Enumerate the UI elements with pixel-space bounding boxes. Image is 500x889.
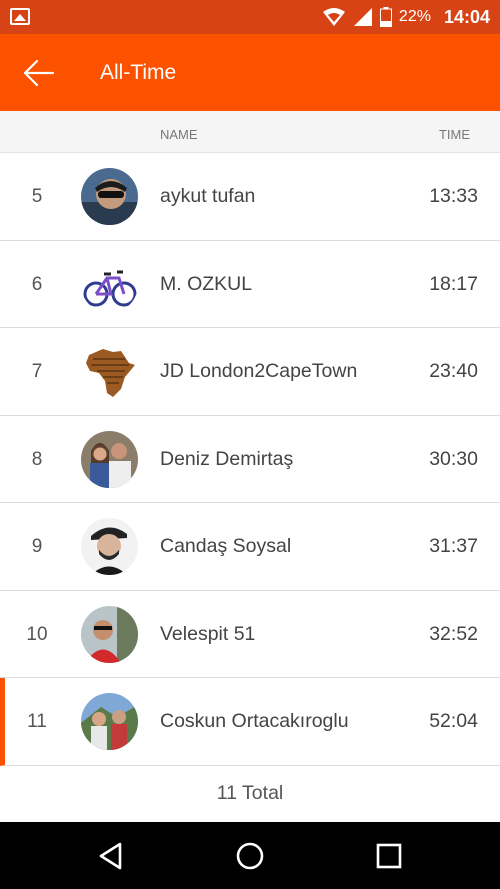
avatar bbox=[81, 255, 138, 313]
battery-percent: 22% bbox=[398, 8, 431, 25]
leaderboard-list: 5 aykut tufan 13:33 6 M. OZKUL 18:17 7 J… bbox=[0, 153, 500, 766]
leaderboard-row[interactable]: 5 aykut tufan 13:33 bbox=[0, 153, 500, 241]
segment-time: 13:33 bbox=[429, 185, 478, 207]
athlete-name: Velespit 51 bbox=[160, 622, 256, 645]
segment-time: 31:37 bbox=[429, 535, 478, 557]
leaderboard-row[interactable]: 6 M. OZKUL 18:17 bbox=[0, 241, 500, 328]
back-button[interactable] bbox=[22, 56, 56, 90]
segment-time: 23:40 bbox=[429, 360, 478, 382]
leaderboard-row[interactable]: 9 Candaş Soysal 31:37 bbox=[0, 503, 500, 591]
athlete-name: aykut tufan bbox=[160, 185, 256, 207]
signal-icon bbox=[353, 8, 372, 26]
row-rank: 9 bbox=[31, 536, 43, 557]
avatar bbox=[81, 343, 138, 400]
column-name-header: NAME bbox=[160, 127, 198, 142]
arrow-left-icon bbox=[23, 59, 55, 87]
status-bar: 22% 14:04 bbox=[0, 0, 500, 34]
avatar bbox=[81, 430, 138, 488]
row-rank: 11 bbox=[27, 711, 47, 732]
avatar bbox=[81, 518, 138, 575]
status-clock: 14:04 bbox=[443, 6, 490, 27]
app-bar: All-Time bbox=[0, 34, 500, 111]
battery-icon bbox=[379, 7, 392, 27]
athlete-name: Coskun Ortacakıroglu bbox=[160, 710, 349, 732]
home-circle-icon bbox=[236, 842, 264, 870]
row-rank: 10 bbox=[26, 623, 48, 645]
leaderboard-row-current-user[interactable]: 11 Coskun Ortacakıroglu 52:04 bbox=[0, 678, 500, 766]
back-triangle-icon bbox=[99, 842, 122, 870]
leaderboard-row[interactable]: 7 JD London2CapeTown 23:40 bbox=[0, 328, 500, 416]
wifi-icon bbox=[322, 8, 345, 26]
athlete-name: M. OZKUL bbox=[160, 272, 253, 295]
segment-time: 32:52 bbox=[429, 622, 478, 645]
nav-recents-button[interactable] bbox=[372, 839, 406, 873]
row-rank: 6 bbox=[31, 273, 43, 295]
segment-time: 18:17 bbox=[429, 272, 478, 295]
row-rank: 5 bbox=[31, 186, 43, 207]
status-icons: 22% 14:04 bbox=[322, 0, 490, 34]
leaderboard-row[interactable]: 10 Velespit 51 32:52 bbox=[0, 591, 500, 678]
athlete-name: Deniz Demirtaş bbox=[160, 447, 294, 470]
total-count: 11 Total bbox=[216, 782, 284, 804]
nav-home-button[interactable] bbox=[233, 839, 267, 873]
page-title: All-Time bbox=[100, 61, 177, 84]
column-header: NAME TIME bbox=[0, 111, 500, 153]
gallery-icon bbox=[10, 8, 30, 25]
segment-time: 30:30 bbox=[429, 447, 478, 470]
avatar bbox=[81, 605, 138, 663]
avatar bbox=[81, 168, 138, 225]
navigation-bar bbox=[0, 822, 500, 889]
row-rank: 7 bbox=[31, 361, 43, 382]
athlete-name: JD London2CapeTown bbox=[160, 360, 358, 382]
leaderboard-row[interactable]: 8 Deniz Demirtaş 30:30 bbox=[0, 416, 500, 503]
nav-back-button[interactable] bbox=[94, 839, 128, 873]
athlete-name: Candaş Soysal bbox=[160, 535, 292, 557]
segment-time: 52:04 bbox=[429, 710, 478, 732]
row-rank: 8 bbox=[31, 448, 43, 470]
avatar bbox=[81, 693, 138, 750]
recents-square-icon bbox=[376, 843, 402, 869]
column-time-header: TIME bbox=[438, 127, 470, 142]
